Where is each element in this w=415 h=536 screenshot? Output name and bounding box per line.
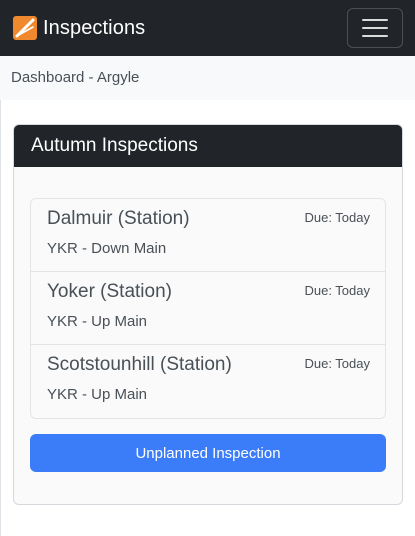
unplanned-inspection-button[interactable]: Unplanned Inspection <box>30 434 386 472</box>
breadcrumb: Dashboard - Argyle <box>11 69 140 86</box>
inspection-subtitle: YKR - Up Main <box>47 313 148 330</box>
inspection-due: Due: Today <box>304 283 370 298</box>
page-divider <box>0 100 1 536</box>
inspections-card: Autumn Inspections Dalmuir (Station) Due… <box>13 124 403 505</box>
inspection-title: Scotstounhill (Station) <box>47 354 232 375</box>
inspection-title: Yoker (Station) <box>47 281 172 302</box>
inspection-subtitle: YKR - Down Main <box>47 240 167 257</box>
inspection-item-yoker[interactable]: Yoker (Station) Due: Today YKR - Up Main <box>31 272 385 345</box>
card-title: Autumn Inspections <box>14 125 402 167</box>
inspection-due: Due: Today <box>304 210 370 225</box>
logo-icon <box>13 16 37 40</box>
inspection-item-dalmuir[interactable]: Dalmuir (Station) Due: Today YKR - Down … <box>31 199 385 272</box>
app-title: Inspections <box>43 16 146 39</box>
app-brand[interactable]: Inspections <box>13 16 145 40</box>
inspection-item-scotstounhill[interactable]: Scotstounhill (Station) Due: Today YKR -… <box>31 345 385 418</box>
hamburger-menu-icon <box>362 19 388 37</box>
inspection-list: Dalmuir (Station) Due: Today YKR - Down … <box>30 198 386 419</box>
top-navbar: Inspections <box>0 0 415 56</box>
inspection-due: Due: Today <box>304 356 370 371</box>
inspection-subtitle: YKR - Up Main <box>47 386 148 403</box>
inspection-title: Dalmuir (Station) <box>47 208 190 229</box>
menu-toggle-button[interactable] <box>347 8 403 48</box>
